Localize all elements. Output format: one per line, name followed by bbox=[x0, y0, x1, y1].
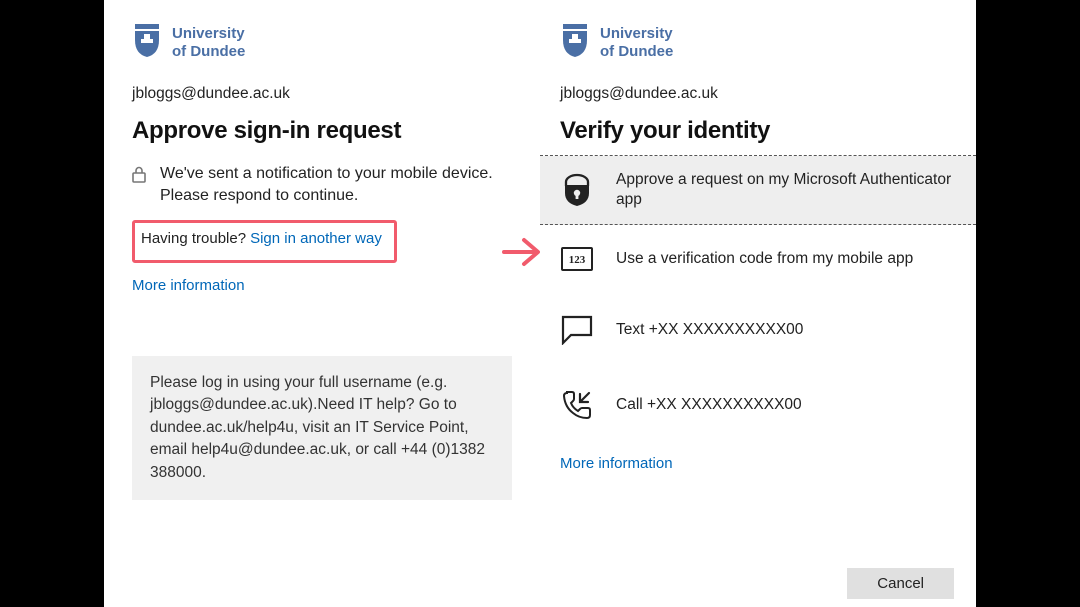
lock-icon bbox=[132, 166, 146, 208]
trouble-label: Having trouble? bbox=[141, 230, 246, 247]
logo-text-line2: of Dundee bbox=[172, 43, 245, 60]
logo-text-line2: of Dundee bbox=[600, 43, 673, 60]
sign-in-another-way-link[interactable]: Sign in another way bbox=[250, 230, 382, 247]
more-information-link[interactable]: More information bbox=[560, 455, 956, 472]
org-logo: University of Dundee bbox=[132, 22, 512, 63]
org-logo: University of Dundee bbox=[560, 22, 956, 63]
shield-icon bbox=[132, 22, 162, 63]
method-phone-call[interactable]: Call +XX XXXXXXXXXX00 bbox=[540, 367, 976, 443]
approve-signin-panel: University of Dundee jbloggs@dundee.ac.u… bbox=[104, 0, 540, 607]
logo-text-line1: University bbox=[172, 25, 245, 42]
method-label: Call +XX XXXXXXXXXX00 bbox=[616, 395, 802, 415]
shield-icon bbox=[560, 22, 590, 63]
method-label: Use a verification code from my mobile a… bbox=[616, 249, 913, 269]
right-letterbox bbox=[976, 0, 1080, 607]
svg-text:123: 123 bbox=[569, 254, 586, 266]
method-authenticator-approve[interactable]: Approve a request on my Microsoft Authen… bbox=[540, 156, 976, 225]
username-display: jbloggs@dundee.ac.uk bbox=[132, 85, 512, 103]
page-title: Approve sign-in request bbox=[132, 117, 512, 145]
method-text-message[interactable]: Text +XX XXXXXXXXXX00 bbox=[540, 293, 976, 367]
notice-text: We've sent a notification to your mobile… bbox=[160, 163, 512, 208]
page-title: Verify your identity bbox=[560, 117, 956, 145]
more-information-link[interactable]: More information bbox=[132, 277, 512, 294]
logo-text-line1: University bbox=[600, 25, 673, 42]
lock-shield-icon bbox=[560, 173, 594, 207]
left-letterbox bbox=[0, 0, 104, 607]
help-text-box: Please log in using your full username (… bbox=[132, 356, 512, 500]
verify-identity-panel: University of Dundee jbloggs@dundee.ac.u… bbox=[540, 0, 976, 607]
highlight-annotation: Having trouble? Sign in another way bbox=[132, 220, 397, 263]
method-label: Approve a request on my Microsoft Authen… bbox=[616, 170, 956, 210]
arrow-right-icon bbox=[500, 234, 544, 275]
method-label: Text +XX XXXXXXXXXX00 bbox=[616, 320, 803, 340]
sms-icon bbox=[560, 315, 594, 345]
cancel-button[interactable]: Cancel bbox=[847, 568, 954, 599]
verification-methods-list: Approve a request on my Microsoft Authen… bbox=[540, 155, 976, 443]
method-verification-code[interactable]: 123 Use a verification code from my mobi… bbox=[540, 225, 976, 293]
notification-notice: We've sent a notification to your mobile… bbox=[132, 163, 512, 208]
code-123-icon: 123 bbox=[560, 247, 594, 271]
username-display: jbloggs@dundee.ac.uk bbox=[560, 85, 956, 103]
phone-call-icon bbox=[560, 389, 594, 421]
